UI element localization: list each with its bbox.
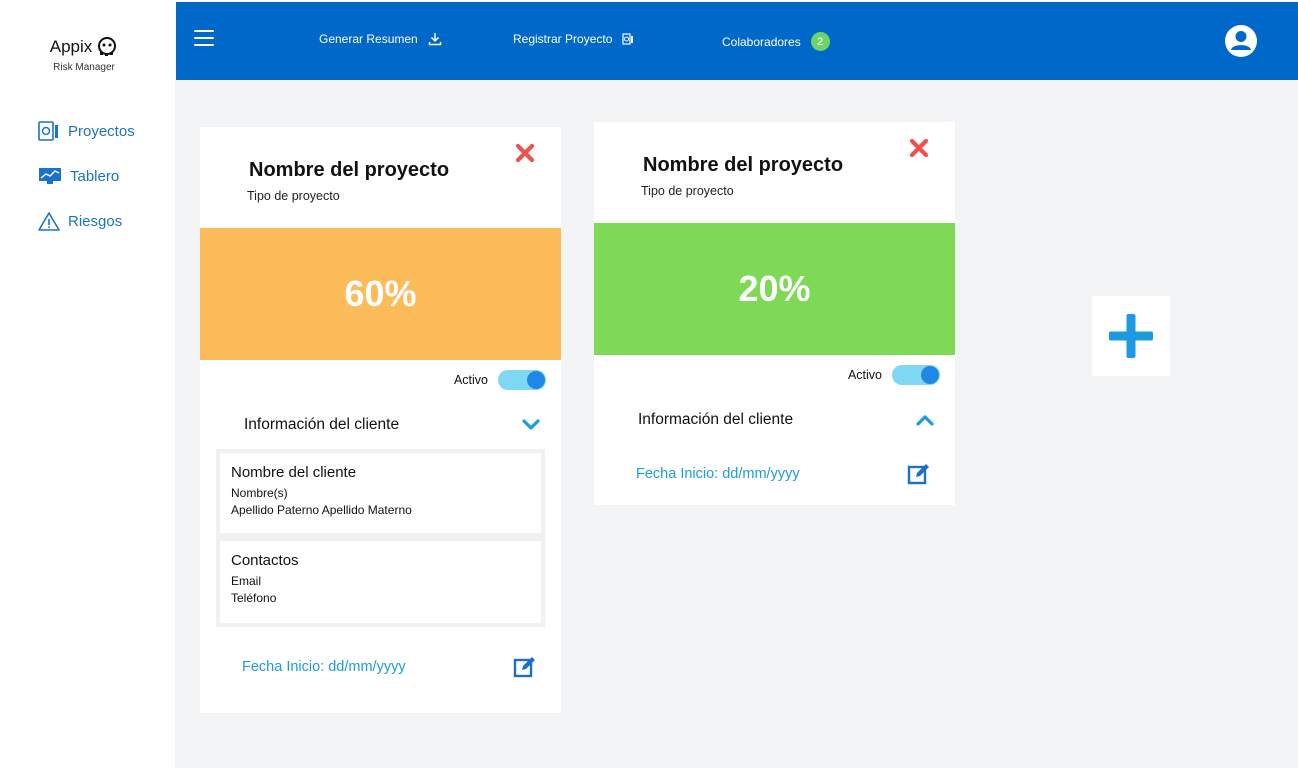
logo-subtitle: Risk Manager — [53, 62, 115, 73]
register-project-button[interactable]: Registrar Proyecto — [513, 32, 634, 46]
app-logo[interactable]: Appix Risk Manager — [0, 36, 168, 73]
progress-block: 60% — [200, 228, 561, 360]
client-names: Nombre(s) — [231, 486, 288, 500]
generate-summary-button[interactable]: Generar Resumen — [319, 32, 442, 46]
logo-text: Appix — [49, 37, 93, 56]
client-info-toggle[interactable]: Información del cliente — [244, 416, 540, 434]
collaborators-label: Colaboradores — [722, 34, 801, 49]
collaborators-button[interactable]: Colaboradores 2 — [722, 32, 830, 51]
progress-percent: 20% — [738, 268, 811, 309]
top-bar: Generar Resumen Registrar Proyecto Colab… — [176, 2, 1298, 80]
client-info-label: Información del cliente — [244, 416, 400, 433]
collaborators-count-badge: 2 — [810, 32, 830, 51]
logo-mascot-icon — [98, 37, 117, 56]
client-name-box: Nombre del cliente Nombre(s) Apellido Pa… — [216, 449, 545, 537]
active-label: Activo — [453, 373, 488, 387]
edit-icon[interactable] — [907, 462, 931, 486]
plus-icon — [1109, 314, 1153, 358]
register-project-label: Registrar Proyecto — [513, 32, 613, 46]
contacts-heading: Contactos — [231, 552, 299, 569]
sidebar-item-label: Proyectos — [68, 122, 135, 140]
progress-block: 20% — [594, 223, 955, 355]
projects-icon — [38, 121, 58, 141]
start-date-row: Fecha Inicio: dd/mm/yyyy — [636, 462, 931, 486]
sidebar-item-label: Tablero — [70, 167, 120, 185]
projects-board: Nombre del proyecto Tipo de proyecto 60%… — [175, 80, 1298, 768]
dashboard-icon — [39, 168, 61, 184]
active-toggle[interactable] — [498, 370, 546, 390]
active-toggle-row: Activo — [848, 365, 940, 385]
sidebar: Appix Risk Manager Proyectos Tablero Rie… — [0, 0, 175, 768]
project-title: Nombre del proyecto — [643, 154, 844, 176]
start-date: Fecha Inicio: dd/mm/yyyy — [636, 466, 800, 482]
client-name-heading: Nombre del cliente — [231, 464, 357, 481]
client-info-label: Información del cliente — [638, 411, 794, 428]
contacts-box: Contactos Email Teléfono — [216, 537, 545, 627]
user-avatar-icon[interactable] — [1224, 24, 1258, 58]
chevron-up-icon — [916, 415, 934, 426]
project-title: Nombre del proyecto — [249, 159, 450, 181]
project-card: Nombre del proyecto Tipo de proyecto 20%… — [594, 122, 955, 505]
projects-icon — [622, 33, 634, 45]
active-toggle[interactable] — [892, 365, 940, 385]
sidebar-item-proyectos[interactable]: Proyectos — [38, 120, 135, 142]
sidebar-item-label: Riesgos — [68, 212, 123, 230]
generate-summary-label: Generar Resumen — [319, 32, 418, 46]
download-icon — [428, 33, 441, 46]
project-type: Tipo de proyecto — [247, 189, 340, 203]
close-icon[interactable] — [909, 138, 929, 158]
active-toggle-row: Activo — [454, 370, 546, 390]
project-type: Tipo de proyecto — [641, 184, 734, 198]
project-card: Nombre del proyecto Tipo de proyecto 60%… — [200, 127, 561, 713]
progress-percent: 60% — [344, 273, 417, 314]
chevron-down-icon — [522, 419, 540, 430]
close-icon[interactable] — [515, 143, 535, 163]
client-info-toggle[interactable]: Información del cliente — [638, 411, 934, 429]
warning-icon — [38, 212, 60, 231]
sidebar-nav: Proyectos Tablero Riesgos — [38, 120, 135, 255]
contact-phone: Teléfono — [231, 591, 277, 605]
client-surnames: Apellido Paterno Apellido Materno — [231, 503, 412, 517]
sidebar-item-riesgos[interactable]: Riesgos — [38, 210, 135, 232]
add-project-button[interactable] — [1092, 296, 1170, 376]
sidebar-item-tablero[interactable]: Tablero — [38, 165, 135, 187]
contact-email: Email — [231, 574, 262, 588]
edit-icon[interactable] — [513, 655, 537, 679]
menu-icon[interactable] — [194, 30, 214, 46]
active-label: Activo — [847, 368, 882, 382]
start-date-row: Fecha Inicio: dd/mm/yyyy — [242, 655, 537, 679]
start-date: Fecha Inicio: dd/mm/yyyy — [242, 659, 406, 675]
